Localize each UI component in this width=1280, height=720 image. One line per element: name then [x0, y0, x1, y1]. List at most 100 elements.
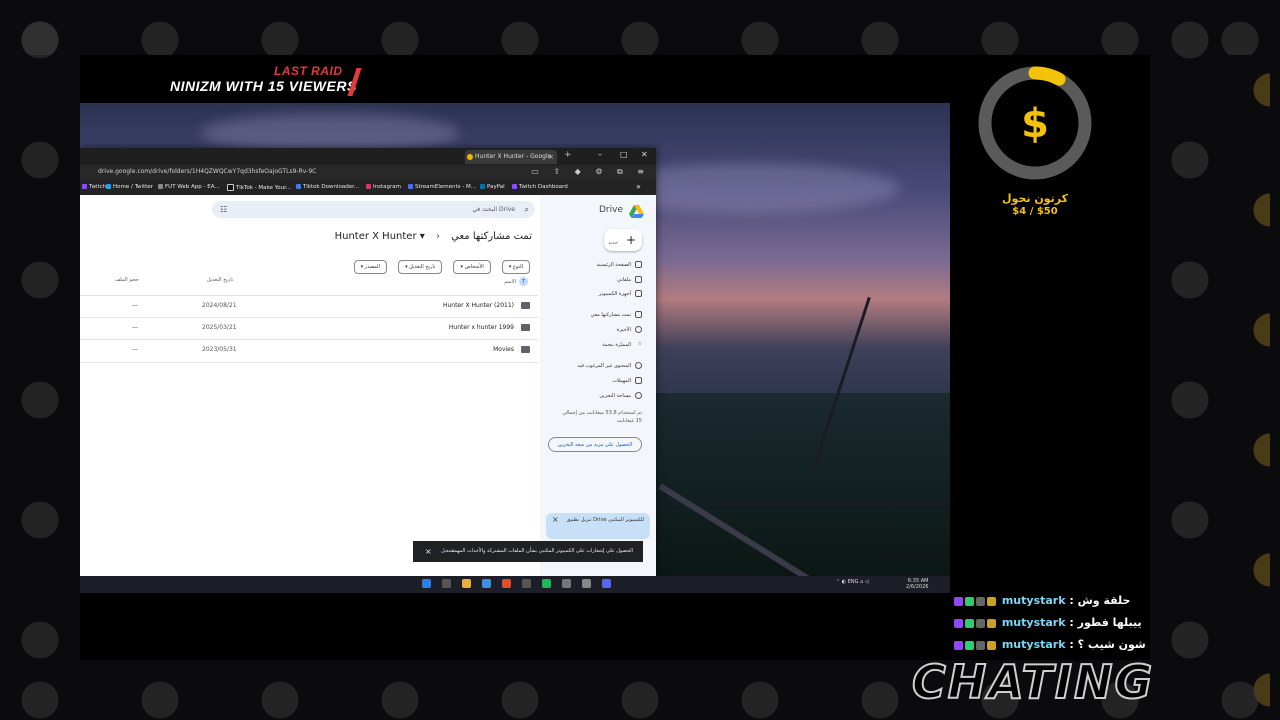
close-window-icon[interactable]: ✕ — [641, 150, 648, 159]
row-size: — — [132, 302, 138, 309]
app-icon[interactable] — [522, 579, 531, 588]
twitch-badge-icon — [954, 597, 963, 606]
breadcrumb-current[interactable]: Hunter X Hunter — [335, 231, 417, 242]
bookmark-tiktok-downloader[interactable]: Tiktok Downloader... — [296, 184, 359, 190]
new-button[interactable]: جديد + — [604, 229, 642, 251]
folder-icon — [521, 302, 530, 309]
system-tray[interactable]: ⌃ ◐ ENG ⌂ ◁ — [836, 579, 869, 585]
nav-my-drive[interactable]: ملفاتي — [617, 276, 642, 283]
discord-icon[interactable] — [602, 579, 611, 588]
globe-icon — [158, 184, 163, 189]
drive-app: ☷ البحث في Drive ⌕ Hunter X Hunter ▾ › ت… — [80, 195, 656, 576]
nav-trash[interactable]: المهملات — [612, 377, 642, 384]
last-raid-banner: LAST RAID NINIZM WITH 15 VIEWERS — [170, 64, 370, 98]
taskbar: ⌃ ◐ ENG ⌂ ◁ 6:35 AM 2/6/2026 — [80, 576, 950, 593]
brave-icon[interactable] — [502, 579, 511, 588]
close-icon[interactable]: × — [552, 515, 559, 524]
sort-arrow-icon[interactable]: ↑ — [519, 277, 528, 286]
start-icon[interactable] — [422, 579, 431, 588]
tiktok-icon — [227, 184, 234, 191]
search-icon[interactable] — [442, 579, 451, 588]
computer-icon — [635, 290, 642, 297]
table-row[interactable]: Movies 2023/05/31 — — [80, 339, 538, 363]
more-bookmarks-icon[interactable]: » — [636, 182, 641, 191]
browser-tab[interactable]: Hunter X Hunter - Google × — [465, 150, 557, 164]
url-field[interactable]: drive.google.com/drive/folders/1H4QZWQCw… — [98, 168, 316, 175]
star-icon: ☆ — [637, 341, 642, 347]
col-name[interactable]: الاسم ↑ — [504, 277, 528, 286]
chat-username: mutystark — [1001, 616, 1066, 629]
file-explorer-icon[interactable] — [462, 579, 471, 588]
bookmark-streamelements[interactable]: StreamElements - M... — [408, 184, 476, 190]
goal-amount: $4 / $50 — [1012, 206, 1058, 217]
extension-icons[interactable]: ▭ ⇪ ◆ ⚙ ⧉ ≡ — [531, 167, 650, 177]
chip-people[interactable]: ▾ الأشخاص — [453, 260, 491, 274]
nav-spam[interactable]: المحتوى غير المرغوب فيه — [577, 362, 642, 369]
dollar-icon: $ — [1021, 101, 1049, 147]
notification-snackbar: × تشغيل الحصول على إشعارات على الكمبيوتر… — [413, 541, 643, 562]
sword-badge-icon — [976, 619, 985, 628]
nav-starred[interactable]: المميّزة بنجمة ☆ — [602, 341, 642, 348]
bookmark-twitter[interactable]: Home / Twitter — [106, 184, 153, 190]
search-input[interactable]: ☷ البحث في Drive ⌕ — [212, 201, 535, 218]
col-date[interactable]: تاريخ التعديل — [207, 277, 233, 283]
nav-shared[interactable]: تمت مشاركتها معي — [591, 311, 642, 318]
app-icon[interactable] — [562, 579, 571, 588]
table-header: حجم الملف تاريخ التعديل الاسم ↑ — [80, 277, 538, 287]
chat-text: حلقة وش — [1077, 594, 1131, 607]
paypal-icon — [480, 184, 485, 189]
bookmark-fut[interactable]: FUT Web App - EA... — [158, 184, 220, 190]
tab-title: Hunter X Hunter - Google — [475, 153, 552, 160]
tab-close-icon[interactable]: × — [548, 150, 554, 164]
storage-usage: تم استخدام 53.8 ميغابايت من إجمالي 15 غي… — [562, 410, 642, 424]
clock[interactable]: 6:35 AM 2/6/2026 — [906, 578, 928, 590]
new-tab-icon[interactable]: + — [564, 150, 572, 160]
row-date: 2023/05/31 — [202, 346, 237, 353]
my-drive-icon — [635, 276, 642, 283]
verified-badge-icon — [965, 619, 974, 628]
address-bar: drive.google.com/drive/folders/1H4QZWQCw… — [80, 165, 656, 181]
bookmark-twitch-dashboard[interactable]: Twitch Dashboard — [512, 184, 568, 190]
table-row[interactable]: Hunter x hunter 1999 2025/03/21 — — [80, 317, 538, 340]
bookmark-twitch[interactable]: Twitch — [82, 184, 106, 190]
chip-type[interactable]: ▾ النوع — [501, 260, 530, 274]
raid-text: NINIZM WITH 15 VIEWERS — [170, 78, 357, 94]
bookmark-paypal[interactable]: PayPal — [480, 184, 505, 190]
raid-label: LAST RAID — [274, 64, 343, 78]
nav-storage[interactable]: مساحة التخزين — [599, 392, 642, 399]
chat-badges — [954, 639, 998, 652]
close-icon[interactable]: × — [425, 541, 432, 562]
col-size[interactable]: حجم الملف — [115, 277, 139, 283]
bookmarks-bar: Twitch Home / Twitter FUT Web App - EA..… — [80, 181, 656, 195]
filter-chips: ▾ المصدر ▾ تاريخ التعديل ▾ الأشخاص ▾ الن… — [348, 253, 530, 274]
bookmark-instagram[interactable]: Instagram — [366, 184, 401, 190]
breadcrumb-root[interactable]: تمت مشاركتها معي — [451, 231, 532, 242]
nav-recent[interactable]: الأخيرة — [617, 326, 642, 333]
filter-icon[interactable]: ☷ — [220, 201, 227, 218]
nav-computers[interactable]: أجهزة الكمبيوتر — [599, 290, 642, 297]
maximize-icon[interactable]: □ — [620, 150, 628, 159]
chat-message: mutystark : ييبلها فطور — [954, 616, 1142, 630]
chip-source[interactable]: ▾ المصدر — [353, 260, 387, 274]
spotify-icon[interactable] — [542, 579, 551, 588]
sword-badge-icon — [976, 641, 985, 650]
bookmark-tiktok[interactable]: TikTok - Make Your... — [227, 184, 291, 191]
language-indicator[interactable]: ENG — [848, 579, 859, 585]
nav-home[interactable]: الصفحة الرئيسية — [597, 261, 642, 268]
instagram-icon — [366, 184, 371, 189]
chip-modified[interactable]: ▾ تاريخ التعديل — [398, 260, 443, 274]
get-more-storage-button[interactable]: الحصول على مزيد من سعة التخزين — [548, 437, 642, 452]
home-icon — [635, 261, 642, 268]
chat-badges — [954, 617, 998, 630]
verified-badge-icon — [965, 641, 974, 650]
sword-badge-icon — [976, 597, 985, 606]
chat-username: mutystark — [1001, 638, 1066, 651]
store-icon[interactable] — [482, 579, 491, 588]
row-size: — — [132, 346, 138, 353]
cloud — [200, 113, 460, 153]
drive-favicon-icon — [467, 154, 473, 160]
obs-icon[interactable] — [582, 579, 591, 588]
twitter-icon — [106, 184, 111, 189]
minimize-icon[interactable]: – — [598, 150, 602, 159]
table-row[interactable]: Hunter X Hunter (2011) 2024/08/21 — — [80, 295, 538, 318]
